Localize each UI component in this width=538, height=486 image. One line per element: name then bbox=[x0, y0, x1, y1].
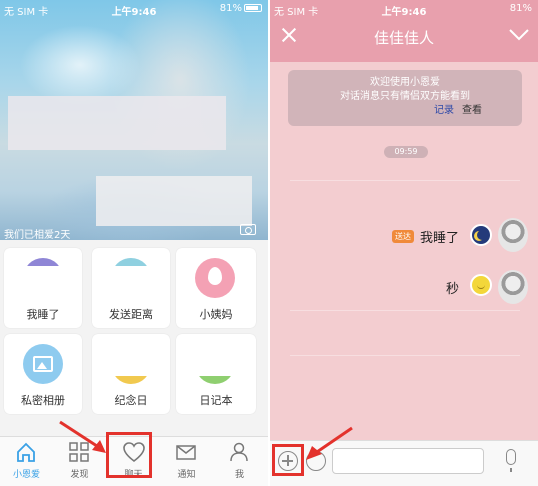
clock: 上午9:46 bbox=[381, 7, 427, 18]
tab-label: 我 bbox=[234, 470, 244, 480]
blurred-area bbox=[8, 96, 226, 150]
tile-sleep[interactable]: 我睡了 bbox=[4, 248, 82, 328]
moon-icon bbox=[23, 258, 63, 298]
distance-icon bbox=[111, 258, 151, 298]
camera-icon[interactable] bbox=[240, 224, 256, 235]
chat-header: 无 SIM 卡 上午9:46 81% 佳佳佳人 bbox=[270, 0, 538, 62]
moon-icon bbox=[470, 224, 492, 246]
highlight-chat-tab bbox=[106, 432, 152, 478]
status-bar: 无 SIM 卡 上午9:46 81% bbox=[270, 0, 538, 18]
avatar[interactable] bbox=[498, 270, 528, 304]
red-arrow-icon bbox=[59, 420, 106, 453]
tile-label: 日记本 bbox=[199, 394, 233, 407]
chevron-down-icon[interactable] bbox=[508, 26, 530, 42]
battery-indicator: 81% bbox=[220, 3, 262, 14]
blurred-area bbox=[96, 176, 252, 226]
tab-label: 小恩爱 bbox=[12, 470, 40, 480]
message-text: 秒 bbox=[446, 282, 460, 297]
tile-private-album[interactable]: 私密相册 bbox=[4, 334, 82, 414]
tile-label: 小姨妈 bbox=[199, 308, 233, 321]
tab-home[interactable]: 小恩爱 bbox=[0, 437, 53, 486]
love-days-caption: 我们已相爱2天 bbox=[4, 230, 71, 241]
chat-title: 佳佳佳人 bbox=[373, 29, 434, 47]
screenshot: 无 SIM 卡 上午9:46 81% 我们已相爱2天 我睡了 发送距离 小姨妈 … bbox=[0, 0, 538, 486]
home-icon bbox=[17, 442, 35, 462]
tile-send-distance[interactable]: 发送距离 bbox=[92, 248, 170, 328]
diary-icon bbox=[195, 344, 235, 384]
view-link[interactable]: 查看 bbox=[462, 105, 482, 116]
timestamp-chip: 09:59 bbox=[384, 146, 428, 158]
message-text: 我睡了 bbox=[420, 231, 460, 246]
status-bar: 无 SIM 卡 上午9:46 81% bbox=[0, 0, 268, 18]
tab-label: 通知 bbox=[177, 470, 196, 480]
avatar[interactable] bbox=[498, 218, 528, 252]
tile-diary[interactable]: 日记本 bbox=[176, 334, 256, 414]
mic-icon[interactable] bbox=[506, 449, 516, 472]
battery-percent: 81% bbox=[219, 3, 242, 14]
battery-percent: 81% bbox=[509, 3, 532, 14]
red-arrow-icon bbox=[306, 426, 353, 460]
welcome-notice: 欢迎使用小恩爱 对话消息只有情侣双方能看到 记录 查看 bbox=[288, 70, 522, 126]
notice-line1: 欢迎使用小恩爱 bbox=[370, 77, 440, 88]
smile-icon bbox=[470, 274, 492, 296]
calendar-icon bbox=[111, 344, 151, 384]
photo-icon bbox=[23, 344, 63, 384]
tab-me[interactable]: 我 bbox=[213, 437, 266, 486]
chat-screen: 无 SIM 卡 上午9:46 81% 佳佳佳人 欢迎使用小恩爱 对话消息只有情侣… bbox=[270, 0, 538, 486]
divider bbox=[290, 180, 520, 181]
tile-label: 发送距离 bbox=[109, 308, 153, 321]
mail-icon bbox=[176, 445, 196, 460]
tile-label: 我睡了 bbox=[26, 308, 60, 321]
person-icon bbox=[230, 442, 248, 462]
feature-grid: 我睡了 发送距离 小姨妈 私密相册 纪念日 日记本 bbox=[0, 244, 268, 436]
tile-label: 私密相册 bbox=[21, 394, 65, 407]
drop-icon bbox=[195, 258, 235, 298]
tile-anniversary[interactable]: 纪念日 bbox=[92, 334, 170, 414]
notice-line2: 对话消息只有情侣双方能看到 bbox=[340, 91, 470, 102]
tab-label: 发现 bbox=[70, 470, 89, 480]
tab-notifications[interactable]: 通知 bbox=[160, 437, 213, 486]
delivered-badge: 送达 bbox=[392, 230, 414, 243]
tile-period[interactable]: 小姨妈 bbox=[176, 248, 256, 328]
divider bbox=[290, 355, 520, 356]
tile-label: 纪念日 bbox=[114, 394, 148, 407]
battery-icon bbox=[244, 4, 262, 12]
divider bbox=[290, 310, 520, 311]
home-screen: 无 SIM 卡 上午9:46 81% 我们已相爱2天 我睡了 发送距离 小姨妈 … bbox=[0, 0, 268, 486]
record-link[interactable]: 记录 bbox=[434, 105, 454, 116]
